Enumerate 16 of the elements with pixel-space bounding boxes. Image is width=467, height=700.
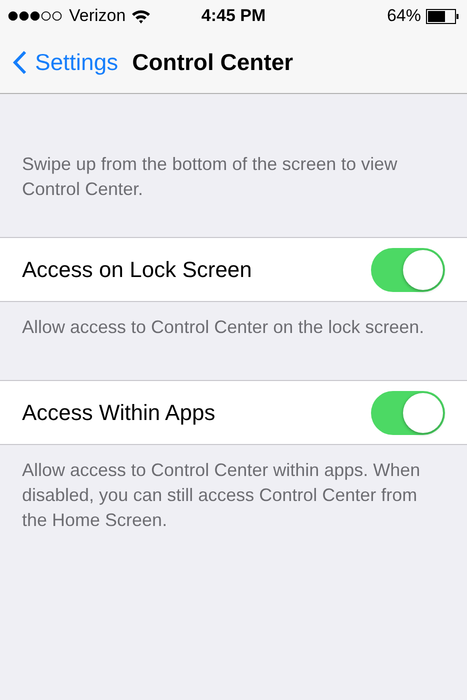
toggle-switch[interactable] [371, 248, 445, 292]
row-label: Access on Lock Screen [22, 256, 252, 282]
clock-time: 4:45 PM [201, 6, 266, 26]
chevron-left-icon [12, 50, 27, 75]
row-description: Allow access to Control Center within apps. When disabled, you can still access Control Center from the Home Screen. [21, 459, 422, 532]
back-button[interactable]: Settings [12, 49, 118, 76]
toggle-switch[interactable] [371, 390, 445, 434]
row-label: Access Within Apps [22, 400, 216, 426]
battery-icon [426, 8, 459, 24]
wifi-icon [130, 8, 151, 24]
section-description: Swipe up from the bottom of the screen to view Control Center. [21, 153, 398, 201]
row-description: Allow access to Control Center on the lock screen. [21, 316, 426, 339]
signal-icon [8, 11, 64, 21]
battery-percent: 64% [386, 6, 421, 26]
carrier-name: Verizon [69, 6, 126, 26]
page-title: Control Center [132, 49, 294, 76]
